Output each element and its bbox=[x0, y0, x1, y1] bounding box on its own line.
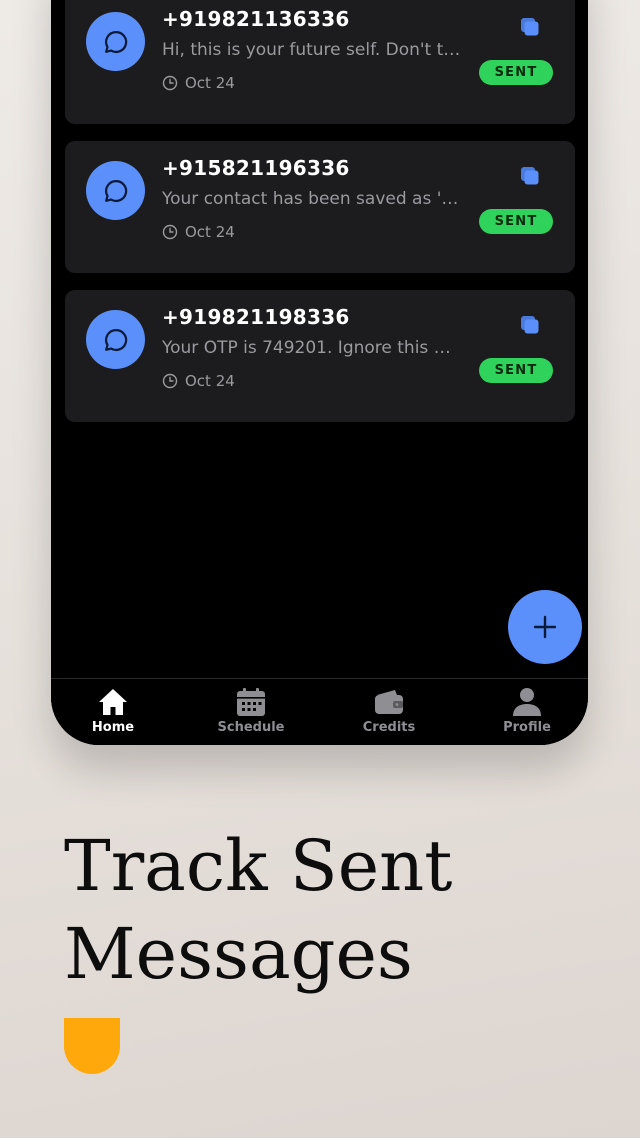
nav-label-schedule: Schedule bbox=[217, 720, 285, 735]
clock-icon bbox=[162, 75, 178, 91]
copy-icon[interactable] bbox=[518, 15, 542, 39]
message-date-row: Oct 24 bbox=[162, 372, 235, 390]
chat-bubble-icon bbox=[104, 30, 127, 53]
clock-icon bbox=[162, 224, 178, 240]
message-avatar bbox=[86, 12, 145, 71]
user-icon bbox=[513, 688, 541, 716]
nav-label-credits: Credits bbox=[362, 720, 416, 735]
message-card[interactable]: +915821196336 Your contact has been save… bbox=[65, 141, 575, 273]
page-headline: Track Sent Messages bbox=[64, 822, 452, 998]
status-badge: SENT bbox=[479, 60, 553, 85]
message-date: Oct 24 bbox=[185, 372, 235, 390]
chat-bubble-icon bbox=[104, 179, 127, 202]
message-avatar bbox=[86, 161, 145, 220]
phone-mockup: +919821136336 Hi, this is your future se… bbox=[51, 0, 588, 745]
plus-icon bbox=[533, 615, 557, 639]
headline-line-1: Track Sent bbox=[64, 825, 453, 907]
message-preview: Your OTP is 749201. Ignore this message … bbox=[162, 338, 464, 358]
bottom-nav: Home Schedule Credits Profile bbox=[51, 678, 588, 745]
calendar-icon bbox=[237, 688, 265, 716]
message-phone-number: +919821136336 bbox=[162, 7, 350, 31]
nav-label-home: Home bbox=[91, 720, 135, 735]
nav-item-schedule[interactable]: Schedule bbox=[196, 687, 306, 735]
status-badge: SENT bbox=[479, 358, 553, 383]
decorative-accent-shape bbox=[64, 1018, 120, 1074]
message-preview: Your contact has been saved as 'Mom'. bbox=[162, 189, 464, 209]
nav-item-home[interactable]: Home bbox=[58, 687, 168, 735]
headline-line-2: Messages bbox=[64, 913, 413, 995]
message-phone-number: +915821196336 bbox=[162, 156, 350, 180]
message-date-row: Oct 24 bbox=[162, 223, 235, 241]
message-date: Oct 24 bbox=[185, 223, 235, 241]
message-preview: Hi, this is your future self. Don't take… bbox=[162, 40, 464, 60]
message-date: Oct 24 bbox=[185, 74, 235, 92]
nav-item-credits[interactable]: Credits bbox=[334, 687, 444, 735]
message-phone-number: +919821198336 bbox=[162, 305, 350, 329]
message-card[interactable]: +919821198336 Your OTP is 749201. Ignore… bbox=[65, 290, 575, 422]
wallet-icon bbox=[375, 690, 403, 714]
message-avatar bbox=[86, 310, 145, 369]
new-message-button[interactable] bbox=[508, 590, 582, 664]
clock-icon bbox=[162, 373, 178, 389]
nav-label-profile: Profile bbox=[503, 720, 551, 735]
message-card[interactable]: +919821136336 Hi, this is your future se… bbox=[65, 0, 575, 124]
message-date-row: Oct 24 bbox=[162, 74, 235, 92]
home-icon bbox=[99, 689, 127, 715]
chat-bubble-icon bbox=[104, 328, 127, 351]
copy-icon[interactable] bbox=[518, 313, 542, 337]
copy-icon[interactable] bbox=[518, 164, 542, 188]
status-badge: SENT bbox=[479, 209, 553, 234]
nav-item-profile[interactable]: Profile bbox=[472, 687, 582, 735]
